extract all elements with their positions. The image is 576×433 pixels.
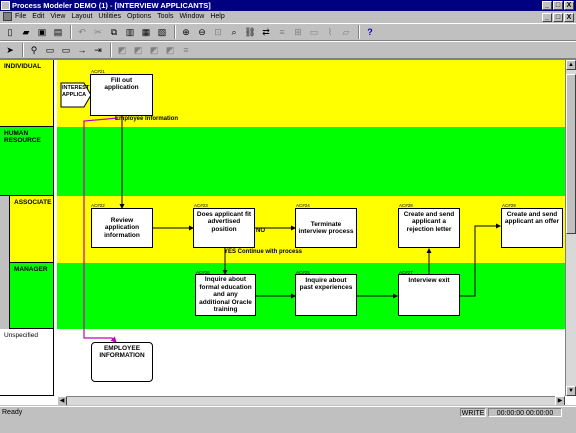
- align-icon[interactable]: ≡: [275, 25, 289, 39]
- help-icon[interactable]: ?: [363, 25, 377, 39]
- menu-file[interactable]: File: [15, 11, 26, 22]
- scroll-down-button[interactable]: ▼: [566, 386, 576, 396]
- activity-icon[interactable]: ▭: [43, 43, 57, 57]
- doc-minimize-button[interactable]: _: [542, 13, 552, 22]
- open-icon[interactable]: ▰: [19, 25, 33, 39]
- menu-edit[interactable]: Edit: [32, 11, 44, 22]
- actor-label[interactable]: INTEREST APPLICA: [62, 85, 89, 99]
- activity-terminate-interview[interactable]: Terminate interview process: [295, 208, 357, 248]
- shape4-icon[interactable]: ◩: [163, 43, 177, 57]
- activity-review-application[interactable]: Review application information: [91, 208, 153, 248]
- label-employee-information: Employee Information: [115, 116, 179, 122]
- connector-exit-to-offer[interactable]: [460, 223, 501, 297]
- grid-icon[interactable]: ⊞: [291, 25, 305, 39]
- rectangle-icon[interactable]: ▭: [59, 43, 73, 57]
- scroll-left-button[interactable]: ◀: [57, 396, 67, 405]
- activity-applicant-fit[interactable]: Does applicant fit advertised position: [193, 208, 255, 248]
- document-icon[interactable]: [3, 12, 12, 21]
- shape2-icon[interactable]: ◩: [131, 43, 145, 57]
- app-window: Process Modeler DEMO (1) - [INTERVIEW AP…: [0, 0, 576, 433]
- zoom-fit-icon[interactable]: ⊡: [211, 25, 225, 39]
- maximize-button[interactable]: □: [553, 1, 563, 10]
- label-no: NO: [256, 228, 265, 234]
- menu-options[interactable]: Options: [127, 11, 151, 22]
- menu-layout[interactable]: Layout: [71, 11, 92, 22]
- minimize-button[interactable]: _: [542, 1, 552, 10]
- activity-fill-out-application[interactable]: Fill out application: [90, 74, 153, 116]
- shape1-icon[interactable]: ◩: [115, 43, 129, 57]
- activity-rejection-letter[interactable]: Create and send applicant a rejection le…: [398, 208, 460, 248]
- paste-icon[interactable]: ▥: [123, 25, 137, 39]
- note-icon[interactable]: ▱: [339, 25, 353, 39]
- navigate-icon[interactable]: ⇄: [259, 25, 273, 39]
- menu-tools[interactable]: Tools: [157, 11, 173, 22]
- activity-inquire-education[interactable]: Inquire about formal education and any a…: [195, 274, 256, 316]
- app-icon: [1, 1, 10, 10]
- status-mode: WRITE: [460, 408, 486, 417]
- menu-bar: File Edit View Layout Utilities Options …: [0, 11, 576, 22]
- label-yes-continue: YES Continue with process: [224, 249, 303, 255]
- attach-icon[interactable]: ⌇: [323, 25, 337, 39]
- data-employee-information[interactable]: EMPLOYEE INFORMATION: [91, 342, 153, 382]
- horizontal-scrollbar[interactable]: ◀ ▶: [57, 396, 565, 405]
- undo-icon[interactable]: ↶: [75, 25, 89, 39]
- scroll-right-button[interactable]: ▶: [555, 396, 565, 405]
- activity-inquire-past-experiences[interactable]: Inquire about past experiences: [295, 274, 357, 316]
- scroll-up-button[interactable]: ▲: [566, 60, 576, 70]
- pointer-icon[interactable]: ➤: [3, 43, 17, 57]
- save-icon[interactable]: ▣: [35, 25, 49, 39]
- connector-icon[interactable]: ⇥: [91, 43, 105, 57]
- activity-send-offer[interactable]: Create and send applicant an offer: [501, 208, 563, 248]
- window-title: Process Modeler DEMO (1) - [INTERVIEW AP…: [12, 1, 211, 10]
- delete-icon[interactable]: ▦: [139, 25, 153, 39]
- doc-restore-button[interactable]: □: [553, 13, 563, 22]
- zoom-out-icon[interactable]: ⊖: [195, 25, 209, 39]
- status-bar: Ready WRITE 00:00:00 00:00:00: [0, 406, 576, 417]
- new-icon[interactable]: ▯: [3, 25, 17, 39]
- shape3-icon[interactable]: ◩: [147, 43, 161, 57]
- menu-utilities[interactable]: Utilities: [98, 11, 121, 22]
- drawing-toolbar: ➤ ⚲ ▭ ▭ → ⇥ ◩ ◩ ◩ ◩ ≡: [0, 41, 576, 59]
- diagram-canvas[interactable]: INDIVIDUAL HUMAN RESOURCE ASSOCIATE MANA…: [0, 59, 576, 405]
- doc-close-button[interactable]: X: [564, 13, 574, 22]
- activity-interview-exit[interactable]: Interview exit: [398, 274, 460, 316]
- close-button[interactable]: X: [564, 1, 574, 10]
- find-icon[interactable]: ⌕: [227, 25, 241, 39]
- zoom-in-icon[interactable]: ⊕: [179, 25, 193, 39]
- vertical-scroll-thumb[interactable]: [566, 74, 576, 234]
- vertical-scrollbar[interactable]: ▲ ▼: [565, 60, 576, 396]
- connector-layer: [83, 102, 501, 343]
- arrow-icon[interactable]: →: [75, 43, 89, 57]
- shape5-icon[interactable]: ≡: [179, 43, 193, 57]
- comment-icon[interactable]: ▭: [307, 25, 321, 39]
- menu-help[interactable]: Help: [210, 11, 224, 22]
- menu-window[interactable]: Window: [179, 11, 204, 22]
- print-icon[interactable]: ▤: [51, 25, 65, 39]
- properties-icon[interactable]: ▧: [155, 25, 169, 39]
- title-bar: Process Modeler DEMO (1) - [INTERVIEW AP…: [0, 0, 576, 11]
- standard-toolbar: ▯ ▰ ▣ ▤ ↶ ✂ ⧉ ▥ ▦ ▧ ⊕ ⊖ ⊡ ⌕ ⛓ ⇄ ≡ ⊞ ▭ ⌇ …: [0, 23, 576, 41]
- status-text: Ready: [2, 409, 23, 416]
- copy-icon[interactable]: ⧉: [107, 25, 121, 39]
- menu-view[interactable]: View: [50, 11, 65, 22]
- status-time: 00:00:00 00:00:00: [488, 408, 562, 417]
- link-icon[interactable]: ⛓: [243, 25, 257, 39]
- actor-icon[interactable]: ⚲: [27, 43, 41, 57]
- cut-icon[interactable]: ✂: [91, 25, 105, 39]
